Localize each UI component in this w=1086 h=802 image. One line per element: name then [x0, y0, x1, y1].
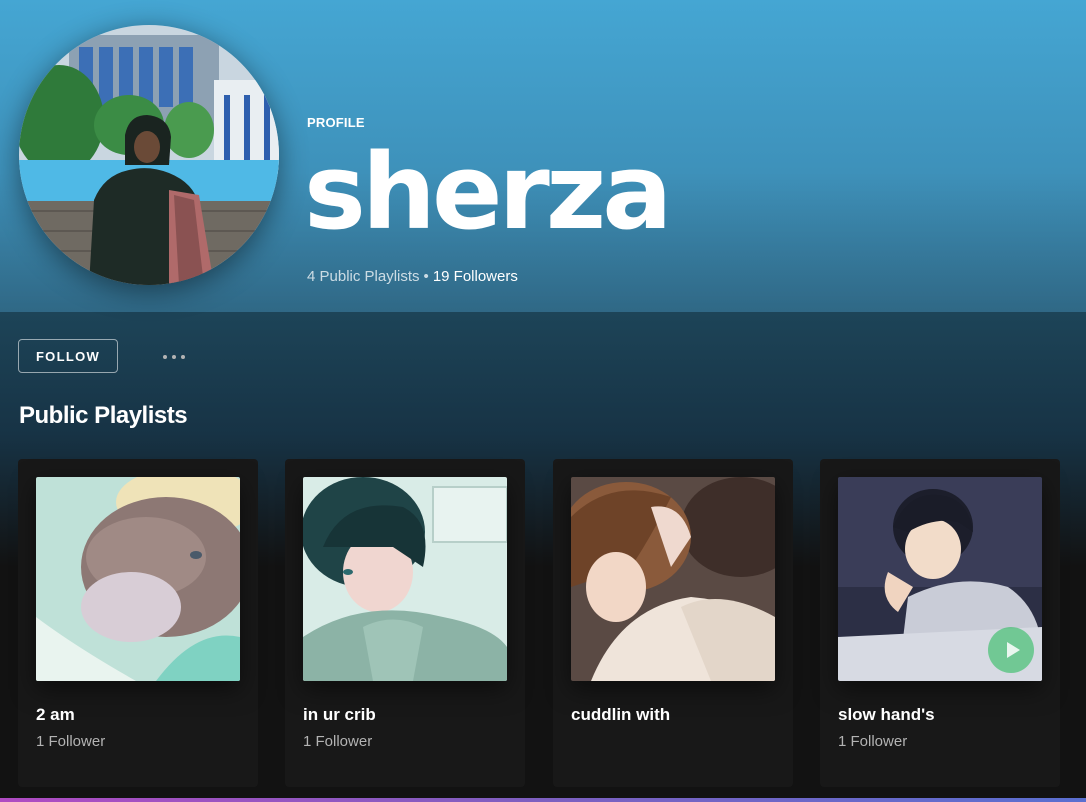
playlist-title[interactable]: 2 am	[36, 705, 75, 725]
playlist-subtitle: 1 Follower	[838, 733, 908, 750]
ellipsis-dot	[172, 355, 176, 359]
playlist-card[interactable]: cuddlin with	[553, 459, 793, 787]
playlist-card[interactable]: slow hand's 1 Follower	[820, 459, 1060, 787]
bottom-accent-bar	[0, 798, 1086, 802]
cover-art	[36, 477, 240, 681]
profile-name: sherza	[304, 131, 672, 253]
playlist-cover	[36, 477, 240, 681]
playlist-cover	[571, 477, 775, 681]
playlist-cover	[303, 477, 507, 681]
playlist-card[interactable]: in ur crib 1 Follower	[285, 459, 525, 787]
playlist-card[interactable]: 2 am 1 Follower	[18, 459, 258, 787]
followers-count-link[interactable]: 19 Followers	[433, 268, 518, 285]
more-options-button[interactable]	[154, 345, 194, 369]
play-button[interactable]	[988, 627, 1034, 673]
cover-art	[303, 477, 507, 681]
avatar-photo	[19, 25, 279, 285]
playlist-title[interactable]: slow hand's	[838, 705, 935, 725]
playlist-subtitle: 1 Follower	[36, 733, 106, 750]
ellipsis-dot	[181, 355, 185, 359]
playlist-cover	[838, 477, 1042, 681]
meta-separator: •	[423, 268, 429, 285]
playlist-subtitle: 1 Follower	[303, 733, 373, 750]
playlist-title[interactable]: in ur crib	[303, 705, 376, 725]
profile-meta: 4 Public Playlists • 19 Followers	[307, 268, 518, 285]
playlists-count-link[interactable]: 4 Public Playlists	[307, 268, 420, 285]
follow-button[interactable]: FOLLOW	[18, 339, 118, 373]
profile-avatar	[19, 25, 279, 285]
playlist-title[interactable]: cuddlin with	[571, 705, 670, 725]
profile-type-label: PROFILE	[307, 115, 365, 130]
cover-art	[571, 477, 775, 681]
ellipsis-dot	[163, 355, 167, 359]
section-title[interactable]: Public Playlists	[19, 402, 188, 430]
